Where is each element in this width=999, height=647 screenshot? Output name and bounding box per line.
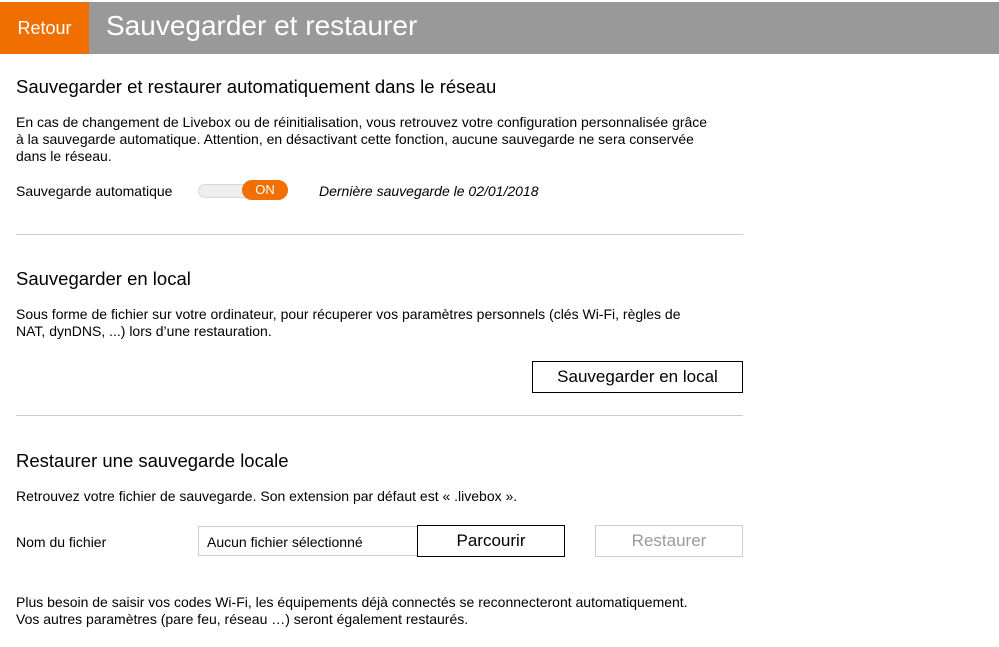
file-name-field[interactable]: Aucun fichier sélectionné bbox=[198, 526, 418, 556]
auto-backup-toggle-label: Sauvegarde automatique bbox=[16, 183, 173, 199]
local-backup-text-line: NAT, dynDNS, ...) lors d’une restauratio… bbox=[16, 323, 272, 339]
header-bar: Retour Sauvegarder et restaurer bbox=[0, 2, 999, 54]
restore-title: Restaurer une sauvegarde locale bbox=[16, 450, 289, 471]
restore-note-line: Vos autres paramètres (pare feu, réseau … bbox=[16, 611, 469, 627]
restore-description: Retrouvez votre fichier de sauvegarde. S… bbox=[16, 488, 518, 504]
file-name-label: Nom du fichier bbox=[16, 534, 107, 550]
auto-backup-text-line: dans le réseau. bbox=[16, 148, 112, 164]
section-divider bbox=[16, 234, 743, 235]
auto-backup-description: En cas de changement de Livebox ou de ré… bbox=[16, 114, 743, 165]
toggle-state-on: ON bbox=[242, 180, 288, 200]
auto-backup-text-line: à la sauvegarde automatique. Attention, … bbox=[16, 131, 694, 147]
restore-note: Plus besoin de saisir vos codes Wi-Fi, l… bbox=[16, 594, 743, 628]
section-divider bbox=[16, 415, 743, 416]
local-backup-text-line: Sous forme de fichier sur votre ordinate… bbox=[16, 306, 681, 322]
back-button[interactable]: Retour bbox=[0, 2, 89, 54]
restore-note-line: Plus besoin de saisir vos codes Wi-Fi, l… bbox=[16, 594, 688, 610]
last-backup-date: Dernière sauvegarde le 02/01/2018 bbox=[319, 183, 539, 199]
restore-button[interactable]: Restaurer bbox=[595, 525, 743, 557]
auto-backup-text-line: En cas de changement de Livebox ou de ré… bbox=[16, 114, 708, 130]
local-backup-title: Sauvegarder en local bbox=[16, 268, 191, 289]
browse-button[interactable]: Parcourir bbox=[417, 525, 565, 557]
page-title: Sauvegarder et restaurer bbox=[106, 10, 418, 41]
auto-backup-title: Sauvegarder et restaurer automatiquement… bbox=[16, 76, 497, 97]
save-local-button[interactable]: Sauvegarder en local bbox=[532, 361, 743, 393]
local-backup-description: Sous forme de fichier sur votre ordinate… bbox=[16, 306, 743, 340]
auto-backup-toggle[interactable]: ON bbox=[198, 180, 288, 200]
